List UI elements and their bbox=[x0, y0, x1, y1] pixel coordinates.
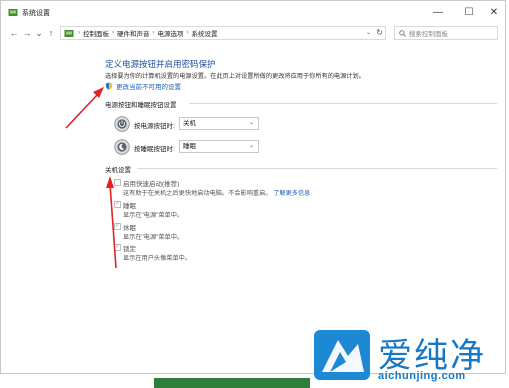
red-arrow-to-link bbox=[65, 87, 104, 129]
watermark-logo-icon bbox=[314, 330, 370, 380]
background-strip bbox=[154, 378, 310, 388]
red-arrow-to-checkbox bbox=[106, 176, 117, 269]
site-watermark: 爱纯净 aichunjing.com bbox=[314, 330, 504, 386]
watermark-url: aichunjing.com bbox=[378, 370, 466, 382]
